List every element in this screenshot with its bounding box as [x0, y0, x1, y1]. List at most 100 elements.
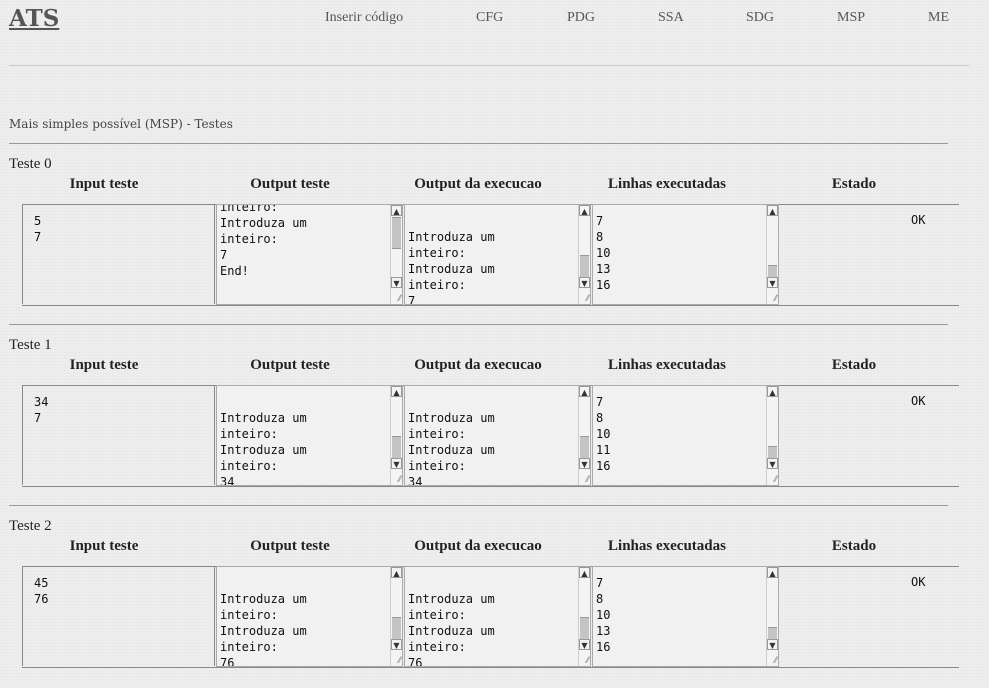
scroll-up-icon[interactable]: ▲ — [391, 567, 402, 578]
test-label: Teste 0 — [9, 156, 52, 172]
header-output-teste: Output teste — [250, 176, 330, 192]
resize-grip-icon[interactable]: ⁄⁄ — [769, 476, 777, 484]
scrollbar[interactable]: ▲ ▼ — [766, 567, 778, 666]
scroll-thumb[interactable] — [392, 617, 401, 641]
nav-pdg[interactable]: PDG — [567, 10, 595, 26]
header-estado: Estado — [831, 538, 877, 554]
scroll-down-icon[interactable]: ▼ — [767, 639, 778, 650]
test-divider — [9, 324, 948, 325]
estado-value: OK — [911, 213, 926, 227]
header-linhas-executadas: Linhas executadas — [608, 357, 726, 373]
scroll-down-icon[interactable]: ▼ — [579, 639, 590, 650]
scroll-down-icon[interactable]: ▼ — [579, 277, 590, 288]
resize-grip-icon[interactable]: ⁄⁄ — [769, 657, 777, 665]
scroll-up-icon[interactable]: ▲ — [579, 205, 590, 216]
scroll-thumb[interactable] — [392, 436, 401, 460]
estado-value: OK — [911, 575, 926, 589]
header-output-execucao: Output da execucao — [414, 176, 542, 192]
scroll-up-icon[interactable]: ▲ — [767, 386, 778, 397]
nav-inserir-codigo[interactable]: Inserir código — [325, 10, 403, 26]
scroll-up-icon[interactable]: ▲ — [767, 205, 778, 216]
scrollbar[interactable]: ▲ ▼ — [766, 205, 778, 304]
scroll-down-icon[interactable]: ▼ — [391, 639, 402, 650]
scroll-down-icon[interactable]: ▼ — [767, 458, 778, 469]
resize-grip-icon[interactable]: ⁄⁄ — [581, 476, 589, 484]
output-execucao-textarea[interactable]: Introduza um inteiro: Introduza um intei… — [404, 566, 591, 667]
header-linhas-executadas: Linhas executadas — [608, 538, 726, 554]
resize-grip-icon[interactable]: ⁄⁄ — [581, 657, 589, 665]
resize-grip-icon[interactable]: ⁄⁄ — [393, 295, 401, 303]
scrollbar[interactable]: ▲ ▼ — [390, 205, 402, 304]
subtitle-divider — [9, 143, 948, 144]
resize-grip-icon[interactable]: ⁄⁄ — [393, 657, 401, 665]
test-block-0: Teste 0 Input teste Output teste Output … — [0, 156, 989, 326]
header-input-teste: Input teste — [69, 176, 139, 192]
scroll-down-icon[interactable]: ▼ — [391, 458, 402, 469]
scroll-up-icon[interactable]: ▲ — [579, 386, 590, 397]
header-output-teste: Output teste — [250, 357, 330, 373]
scroll-down-icon[interactable]: ▼ — [767, 277, 778, 288]
resize-grip-icon[interactable]: ⁄⁄ — [581, 295, 589, 303]
scroll-thumb[interactable] — [580, 436, 589, 460]
page-subtitle: Mais simples possível (MSP) - Testes — [9, 117, 233, 131]
linhas-executadas-textarea[interactable]: 7 8 10 11 16 ▲ ▼ ⁄⁄ — [592, 385, 779, 486]
linhas-executadas-textarea[interactable]: 7 8 10 13 16 ▲ ▼ ⁄⁄ — [592, 204, 779, 305]
scrollbar[interactable]: ▲ ▼ — [390, 567, 402, 666]
logo-link[interactable]: ATS — [9, 5, 59, 32]
scroll-thumb[interactable] — [392, 217, 401, 249]
scrollbar[interactable]: ▲ ▼ — [578, 567, 590, 666]
nav-me[interactable]: ME — [928, 10, 949, 26]
output-teste-text: Introduza um inteiro: Introduza um intei… — [220, 411, 307, 486]
test-label: Teste 2 — [9, 518, 52, 534]
scroll-thumb[interactable] — [580, 255, 589, 279]
scroll-up-icon[interactable]: ▲ — [579, 567, 590, 578]
output-execucao-textarea[interactable]: Introduza um inteiro: Introduza um intei… — [404, 204, 591, 305]
header-estado: Estado — [831, 176, 877, 192]
scrollbar[interactable]: ▲ ▼ — [578, 205, 590, 304]
output-teste-text: inteiro: Introduza um inteiro: 7 End! — [220, 204, 307, 278]
test-block-1: Teste 1 Input teste Output teste Output … — [0, 337, 989, 507]
scroll-up-icon[interactable]: ▲ — [391, 205, 402, 216]
resize-grip-icon[interactable]: ⁄⁄ — [769, 295, 777, 303]
output-execucao-text: Introduza um inteiro: Introduza um intei… — [408, 230, 495, 305]
estado-value: OK — [911, 394, 926, 408]
input-teste-value: 34 7 — [22, 385, 215, 485]
output-teste-textarea[interactable]: Introduza um inteiro: Introduza um intei… — [216, 385, 403, 486]
output-execucao-text: Introduza um inteiro: Introduza um intei… — [408, 411, 495, 486]
header-output-execucao: Output da execucao — [414, 357, 542, 373]
nav-msp[interactable]: MSP — [837, 10, 865, 26]
input-teste-value: 5 7 — [22, 204, 215, 304]
scroll-down-icon[interactable]: ▼ — [391, 277, 402, 288]
scroll-thumb[interactable] — [580, 617, 589, 641]
header-output-execucao: Output da execucao — [414, 538, 542, 554]
resize-grip-icon[interactable]: ⁄⁄ — [393, 476, 401, 484]
scrollbar[interactable]: ▲ ▼ — [390, 386, 402, 485]
scroll-down-icon[interactable]: ▼ — [579, 458, 590, 469]
nav-sdg[interactable]: SDG — [746, 10, 774, 26]
scrollbar[interactable]: ▲ ▼ — [766, 386, 778, 485]
input-teste-value: 45 76 — [22, 566, 215, 666]
nav-ssa[interactable]: SSA — [658, 10, 684, 26]
scroll-up-icon[interactable]: ▲ — [767, 567, 778, 578]
header-input-teste: Input teste — [69, 538, 139, 554]
header-input-teste: Input teste — [69, 357, 139, 373]
linhas-executadas-text: 7 8 10 11 16 — [596, 395, 611, 473]
scrollbar[interactable]: ▲ ▼ — [578, 386, 590, 485]
header-linhas-executadas: Linhas executadas — [608, 176, 726, 192]
test-block-2: Teste 2 Input teste Output teste Output … — [0, 518, 989, 688]
output-execucao-text: Introduza um inteiro: Introduza um intei… — [408, 592, 495, 667]
linhas-executadas-text: 7 8 10 13 16 — [596, 576, 611, 654]
output-teste-textarea[interactable]: inteiro: Introduza um inteiro: 7 End! ▲ … — [216, 204, 403, 305]
nav-cfg[interactable]: CFG — [476, 10, 503, 26]
test-label: Teste 1 — [9, 337, 52, 353]
linhas-executadas-text: 7 8 10 13 16 — [596, 214, 611, 292]
linhas-executadas-textarea[interactable]: 7 8 10 13 16 ▲ ▼ ⁄⁄ — [592, 566, 779, 667]
header-output-teste: Output teste — [250, 538, 330, 554]
output-teste-textarea[interactable]: Introduza um inteiro: Introduza um intei… — [216, 566, 403, 667]
test-divider — [9, 505, 948, 506]
output-teste-text: Introduza um inteiro: Introduza um intei… — [220, 592, 307, 667]
header-estado: Estado — [831, 357, 877, 373]
header-divider — [9, 65, 969, 66]
output-execucao-textarea[interactable]: Introduza um inteiro: Introduza um intei… — [404, 385, 591, 486]
scroll-up-icon[interactable]: ▲ — [391, 386, 402, 397]
